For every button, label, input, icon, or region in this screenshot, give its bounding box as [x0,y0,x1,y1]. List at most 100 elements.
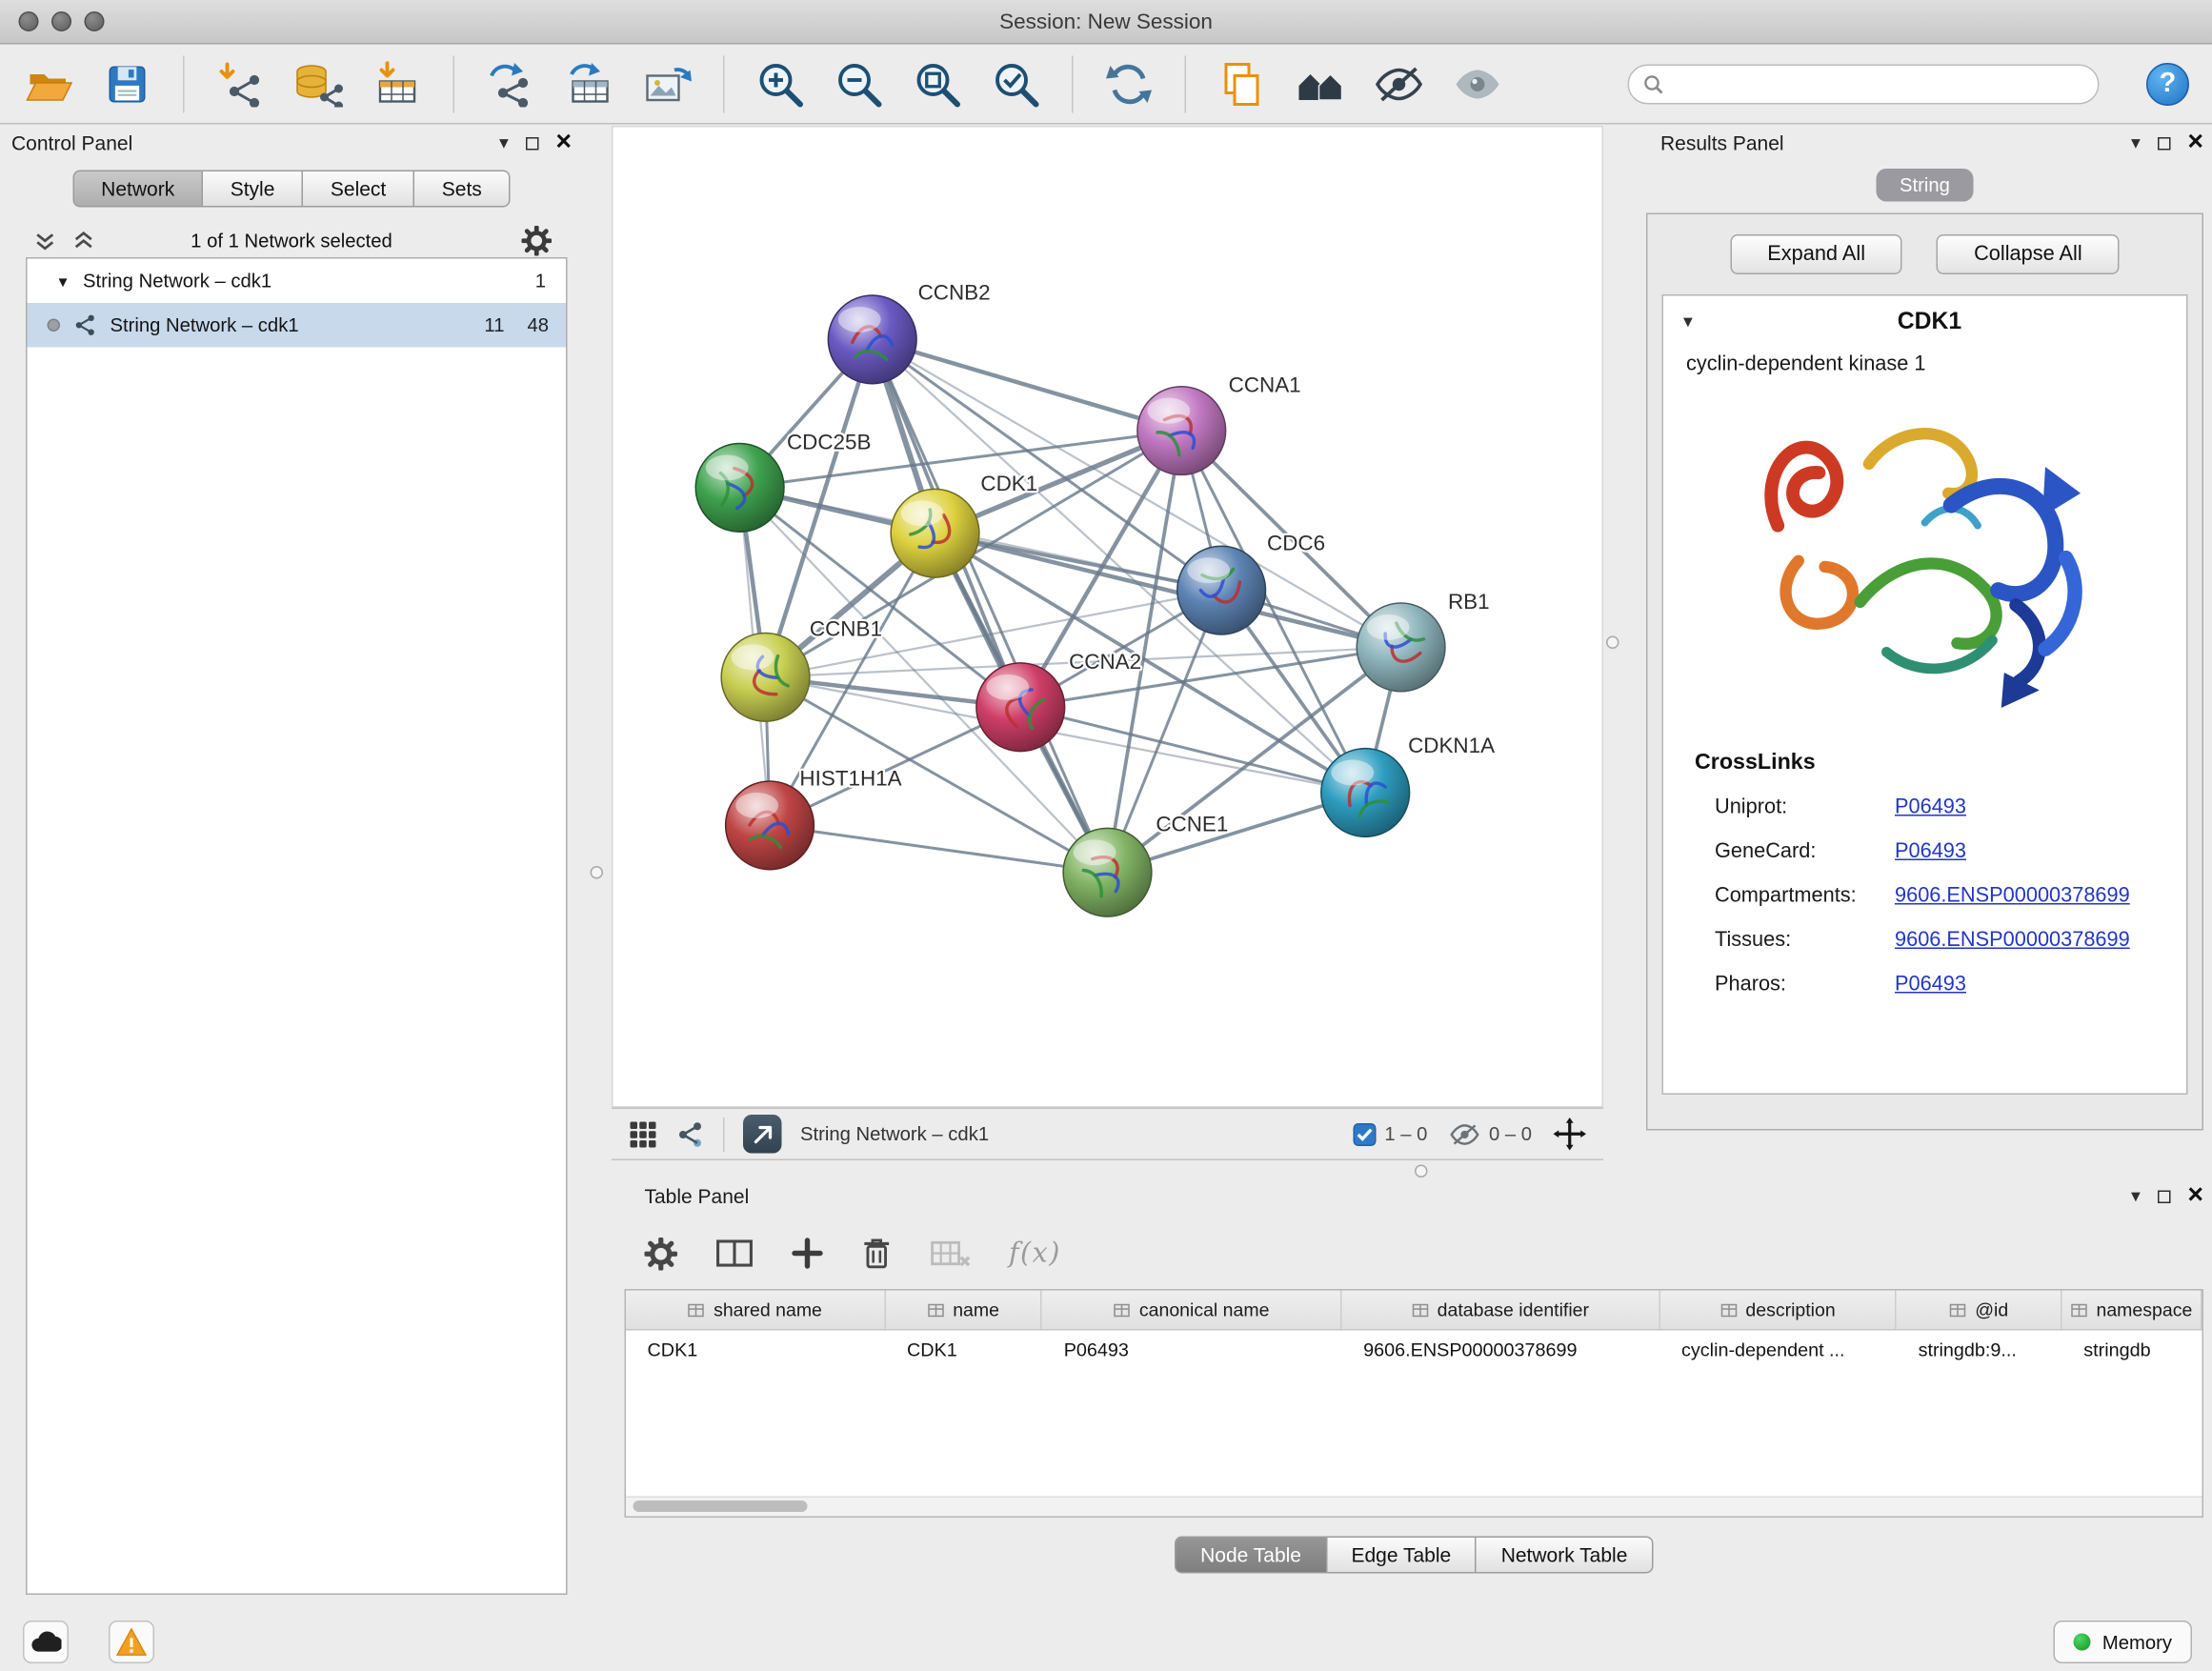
expand-all-button[interactable]: Expand All [1730,234,1902,274]
column-header--id[interactable]: @id [1897,1291,2062,1330]
control-tab-style[interactable]: Style [203,171,303,208]
network-node-HIST1H1A[interactable] [726,781,814,870]
crosslink-value-link[interactable]: 9606.ENSP00000378699 [1895,884,2130,907]
control-panel-tabs: NetworkStyleSelectSets [11,171,572,208]
scrollbar-thumb[interactable] [633,1500,808,1512]
column-header-name[interactable]: name [886,1291,1043,1330]
zoom-fit-button[interactable] [912,55,963,112]
network-node-RB1[interactable] [1357,603,1445,692]
save-session-button[interactable] [102,55,153,112]
float-panel-icon[interactable] [2158,136,2171,150]
zoom-window-button[interactable] [85,11,105,31]
network-node-CCNE1[interactable] [1063,828,1152,916]
show-details-button[interactable] [1452,55,1503,112]
network-graph[interactable]: CCNB2CCNA1CDC25BCDK1CDC6RB1CCNB1CCNA2CDK… [613,128,1602,1107]
splitter-handle[interactable] [1415,1165,1428,1178]
help-button[interactable]: ? [2146,62,2189,105]
add-column-plus-icon[interactable] [792,1238,823,1269]
minimize-window-button[interactable] [51,11,71,31]
splitter-handle[interactable] [1606,636,1619,650]
warnings-button[interactable] [109,1621,154,1664]
close-panel-icon[interactable]: × [2187,1185,2203,1208]
float-panel-icon[interactable] [526,136,539,150]
network-node-CCNB2[interactable] [828,295,916,384]
table-cell: 9606.ENSP00000378699 [1342,1339,1660,1361]
column-header-database-identifier[interactable]: database identifier [1342,1291,1660,1330]
tab-string[interactable]: String [1877,169,1973,202]
network-node-CCNA1[interactable] [1137,387,1226,475]
tab-node-table[interactable]: Node Table [1175,1537,1327,1574]
collection-count: 1 [535,271,546,292]
panel-menu-icon[interactable]: ▾ [499,133,509,152]
protein-card: ▾ CDK1 cyclin-dependent kinase 1 [1662,294,2188,1095]
search-input[interactable] [1674,71,2084,96]
network-node-CDKN1A[interactable] [1321,749,1410,837]
network-edge-CCNB2-CCNE1[interactable] [873,339,1108,872]
column-header-canonical-name[interactable]: canonical name [1042,1291,1341,1330]
panel-menu-icon[interactable]: ▾ [2131,133,2141,152]
memory-button[interactable]: Memory [2054,1621,2192,1664]
network-options-gear-icon[interactable] [522,226,553,256]
import-network-file-button[interactable] [214,55,266,112]
zoom-out-button[interactable] [834,55,885,112]
network-collection-row[interactable]: ▾ String Network – cdk1 1 [28,259,567,304]
show-columns-icon[interactable] [716,1238,754,1269]
delete-column-trash-icon[interactable] [862,1237,893,1271]
tree-expander-icon[interactable]: ▾ [59,271,68,291]
collapse-all-button[interactable]: Collapse All [1937,234,2120,274]
open-in-new-window-button[interactable] [743,1115,782,1154]
zoom-in-button[interactable] [754,55,806,112]
control-tab-sets[interactable]: Sets [414,171,511,208]
float-panel-icon[interactable] [2158,1190,2171,1203]
zoom-selected-button[interactable] [991,55,1042,112]
network-node-CCNB1[interactable] [721,633,810,721]
table-horizontal-scrollbar[interactable] [626,1497,2202,1517]
column-header-description[interactable]: description [1660,1291,1898,1330]
import-table-file-button[interactable] [372,55,423,112]
search-box[interactable] [1628,64,2100,104]
selected-checkbox-icon[interactable] [1353,1122,1376,1145]
crosslink-value-link[interactable]: P06493 [1895,795,1966,818]
column-header-namespace[interactable]: namespace [2062,1291,2202,1330]
close-panel-icon[interactable]: × [555,131,572,154]
import-network-database-button[interactable] [293,55,345,112]
column-header-shared-name[interactable]: shared name [626,1291,886,1330]
network-node-CDC25B[interactable] [695,444,784,533]
control-tab-select[interactable]: Select [303,171,414,208]
panel-menu-icon[interactable]: ▾ [2131,1187,2141,1206]
network-overview-icon[interactable] [676,1119,705,1148]
home-button[interactable] [1295,55,1346,112]
hide-details-button[interactable] [1374,55,1425,112]
network-node-CCNA2[interactable] [976,663,1065,752]
pan-crosshair-icon[interactable] [1554,1117,1587,1151]
crosslink-value-link[interactable]: P06493 [1895,973,1966,996]
network-node-CDK1[interactable] [891,489,979,577]
collapse-section-icon[interactable]: ▾ [1683,312,1693,332]
hidden-eye-slash-icon[interactable] [1449,1122,1480,1145]
splitter-handle[interactable] [591,866,604,879]
new-table-button[interactable] [563,55,614,112]
refresh-view-button[interactable] [1103,55,1155,112]
network-edge-CCNB2-CCNA1[interactable] [873,339,1182,431]
table-options-gear-icon[interactable] [645,1237,678,1270]
network-node-CDC6[interactable] [1177,546,1266,634]
network-row-selected[interactable]: String Network – cdk1 11 48 [28,303,567,348]
crosslink-value-link[interactable]: 9606.ENSP00000378699 [1895,928,2130,951]
network-view-canvas[interactable]: CCNB2CCNA1CDC25BCDK1CDC6RB1CCNB1CCNA2CDK… [612,126,1603,1108]
cloud-status-button[interactable] [23,1621,69,1664]
new-network-button[interactable] [485,55,536,112]
control-tab-network[interactable]: Network [72,171,203,208]
hidden-count: 0 – 0 [1489,1123,1532,1145]
tab-network-table[interactable]: Network Table [1477,1537,1653,1574]
grid-view-icon[interactable] [629,1119,657,1148]
network-edge-HIST1H1A-CCNE1[interactable] [770,825,1107,872]
crosslink-value-link[interactable]: P06493 [1895,839,1966,862]
selection-summary: 1 of 1 Network selected [11,231,572,252]
table-row[interactable]: CDK1CDK1P064939606.ENSP00000378699cyclin… [626,1331,2202,1370]
export-image-button[interactable] [642,55,694,112]
close-window-button[interactable] [19,11,39,31]
copy-document-button[interactable] [1217,55,1268,112]
close-panel-icon[interactable]: × [2187,131,2203,154]
open-file-button[interactable] [23,55,74,112]
tab-edge-table[interactable]: Edge Table [1327,1537,1477,1574]
